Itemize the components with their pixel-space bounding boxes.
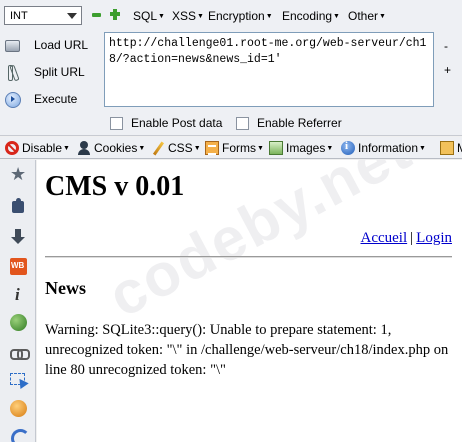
dropdown-arrow-icon: ▼ — [158, 13, 165, 21]
menu-encoding[interactable]: Encoding▼ — [282, 9, 340, 23]
decrease-icon[interactable] — [91, 9, 103, 21]
execute-button[interactable]: Execute — [4, 88, 100, 110]
wd-css-menu[interactable]: CSS ▼ — [151, 140, 201, 156]
divider — [45, 256, 452, 258]
dropdown-arrow-icon: ▼ — [379, 13, 386, 21]
menu-other-label: Other — [348, 9, 379, 23]
referrer-label: Enable Referrer — [257, 116, 342, 130]
db-type-value: INT — [10, 9, 28, 22]
nav-home-link[interactable]: Accueil — [361, 230, 408, 246]
load-url-label: Load URL — [34, 38, 89, 52]
wd-images-menu[interactable]: Images ▼ — [269, 140, 333, 156]
hackbar: INT SQL▼ XSS▼ Encryption▼ Encoding▼ Othe… — [0, 0, 462, 136]
load-url-button[interactable]: Load URL — [4, 34, 100, 56]
wd-disable-menu[interactable]: Disable ▼ — [5, 140, 70, 156]
wd-disable-label: Disable — [22, 141, 63, 155]
wb-icon[interactable] — [10, 258, 27, 275]
db-type-select[interactable]: INT — [4, 6, 82, 25]
information-icon — [341, 140, 355, 155]
split-url-icon — [4, 64, 20, 81]
forms-icon — [205, 141, 219, 155]
nav-login-link[interactable]: Login — [416, 230, 452, 246]
menu-sql-label: SQL — [133, 9, 158, 23]
page-content: codeby.net CMS v 0.01 Accueil | Login News… — [37, 160, 462, 442]
web-developer-toolbar: Disable▼ Cookies▼ CSS▼ Forms▼ Images▼ In… — [0, 137, 462, 159]
face-icon[interactable] — [10, 400, 27, 417]
wd-forms-menu[interactable]: Forms ▼ — [205, 140, 264, 156]
images-icon — [269, 141, 283, 155]
site-nav: Accueil | Login — [361, 230, 453, 247]
addon-sidebar — [0, 160, 36, 442]
hackbar-menu: INT SQL▼ XSS▼ Encryption▼ Encoding▼ Othe… — [0, 4, 462, 26]
dropdown-arrow-icon: ▼ — [197, 13, 204, 21]
post-data-box[interactable] — [110, 116, 123, 130]
wd-more-menu[interactable]: M — [440, 140, 462, 156]
load-url-icon — [4, 37, 20, 53]
expand-textarea-button[interactable]: + — [444, 63, 451, 77]
split-url-button[interactable]: Split URL — [4, 61, 100, 83]
wd-forms-label: Forms — [222, 141, 256, 155]
wd-css-label: CSS — [168, 141, 193, 155]
menu-encryption[interactable]: Encryption▼ — [208, 9, 273, 23]
miscellaneous-icon — [440, 141, 454, 155]
globe-icon[interactable] — [10, 314, 27, 331]
dropdown-arrow-icon: ▼ — [138, 144, 146, 152]
menu-xss[interactable]: XSS▼ — [172, 9, 204, 23]
chevron-down-icon — [67, 13, 77, 19]
chain-link-icon[interactable] — [10, 344, 30, 361]
download-arrow-icon[interactable] — [10, 228, 27, 245]
wd-more-label: M — [457, 141, 462, 155]
dropdown-arrow-icon: ▼ — [326, 144, 334, 152]
cookies-user-icon — [77, 141, 91, 155]
info-icon[interactable] — [10, 285, 27, 305]
page-title: CMS v 0.01 — [45, 171, 185, 202]
shrink-textarea-button[interactable]: - — [444, 39, 448, 53]
menu-xss-label: XSS — [172, 9, 197, 23]
wd-cookies-menu[interactable]: Cookies ▼ — [77, 140, 145, 156]
post-data-label: Enable Post data — [131, 116, 223, 130]
wd-cookies-label: Cookies — [94, 141, 138, 155]
nav-separator: | — [410, 230, 414, 246]
dropdown-arrow-icon: ▼ — [265, 13, 273, 21]
dropdown-arrow-icon: ▼ — [333, 13, 340, 21]
dropdown-arrow-icon: ▼ — [63, 144, 70, 152]
css-pencil-icon — [151, 141, 165, 155]
sql-error-message: Warning: SQLite3::query(): Unable to pre… — [45, 322, 449, 378]
wd-information-menu[interactable]: Information▼ — [341, 140, 426, 156]
puzzle-icon[interactable] — [10, 198, 27, 215]
enable-post-data-checkbox[interactable]: Enable Post data — [110, 116, 222, 130]
spiral-icon[interactable] — [10, 428, 30, 442]
execute-label: Execute — [34, 92, 78, 106]
menu-encryption-label: Encryption — [208, 9, 265, 23]
menu-sql[interactable]: SQL▼ — [133, 9, 165, 23]
wd-information-label: Information — [358, 141, 419, 155]
dropdown-arrow-icon: ▼ — [193, 144, 201, 152]
star-icon[interactable] — [10, 164, 27, 185]
enable-referrer-checkbox[interactable]: Enable Referrer — [236, 116, 342, 130]
increase-icon[interactable] — [110, 9, 122, 21]
execute-icon — [4, 91, 21, 108]
menu-encoding-label: Encoding — [282, 9, 333, 23]
disable-icon — [5, 141, 19, 155]
section-title: News — [45, 278, 86, 298]
wd-images-label: Images — [286, 141, 326, 155]
split-url-label: Split URL — [34, 65, 85, 79]
dropdown-arrow-icon: ▼ — [257, 144, 264, 152]
referrer-box[interactable] — [236, 116, 249, 130]
dropdown-arrow-icon: ▼ — [419, 144, 426, 152]
url-textarea[interactable]: http://challenge01.root-me.org/web-serve… — [104, 32, 434, 107]
select-element-icon[interactable] — [10, 372, 27, 389]
menu-other[interactable]: Other▼ — [348, 9, 386, 23]
